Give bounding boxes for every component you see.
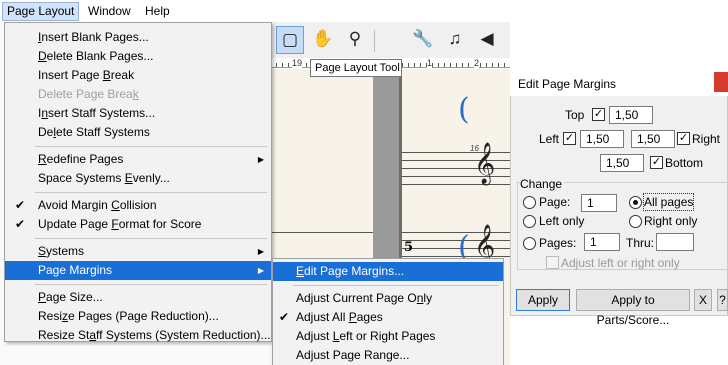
cancel-button[interactable]: X bbox=[694, 289, 712, 311]
wrench-icon[interactable]: 🔧 bbox=[410, 26, 436, 52]
top-label: Top bbox=[565, 108, 585, 122]
menu-item-update-page-format[interactable]: ✔ Update Page Format for Score bbox=[5, 215, 271, 234]
right-label: Right bbox=[692, 132, 721, 146]
submenu-item-edit-page-margins[interactable]: Edit Page Margins... bbox=[273, 262, 503, 281]
submenu-arrow-icon: ▶ bbox=[257, 155, 264, 164]
page-radio-label: Page: bbox=[539, 195, 571, 209]
system-brace: ( bbox=[458, 92, 470, 127]
change-label: Change bbox=[520, 176, 565, 192]
all-pages-label: All pages bbox=[642, 193, 695, 211]
pages-from-input[interactable]: 1 bbox=[584, 233, 620, 251]
top-checkbox[interactable]: ✓ bbox=[592, 108, 605, 121]
tooltip: Page Layout Tool bbox=[310, 59, 402, 77]
pages-range-radio[interactable] bbox=[523, 237, 536, 250]
right-only-radio[interactable] bbox=[629, 215, 642, 228]
bottom-label: Bottom bbox=[665, 156, 704, 170]
menu-separator bbox=[35, 146, 267, 147]
checkmark-icon: ✔ bbox=[279, 310, 290, 324]
left-margin-input[interactable]: 1,50 bbox=[580, 130, 624, 148]
pages-label: Pages: bbox=[539, 236, 577, 250]
submenu-item-adjust-page-range[interactable]: Adjust Page Range... bbox=[273, 346, 503, 365]
left-label: Left bbox=[539, 132, 560, 146]
right-checkbox[interactable]: ✓ bbox=[677, 132, 690, 145]
adjust-left-right-checkbox bbox=[546, 256, 559, 269]
top-margin-input[interactable]: 1,50 bbox=[609, 106, 653, 124]
speaker-icon[interactable]: ◀ bbox=[474, 26, 500, 52]
apply-to-parts-button[interactable]: Apply to Parts/Score... bbox=[576, 289, 690, 327]
page-margins-submenu: Edit Page Margins... Adjust Current Page… bbox=[272, 258, 504, 365]
menu-item-page-size[interactable]: Page Size... bbox=[5, 288, 271, 307]
bottom-checkbox[interactable]: ✓ bbox=[650, 156, 663, 169]
menu-separator bbox=[35, 238, 267, 239]
toolbar-divider bbox=[374, 30, 375, 52]
submenu-arrow-icon: ▶ bbox=[257, 247, 264, 256]
menu-help[interactable]: Help bbox=[141, 3, 174, 19]
measure-number-small: 16 bbox=[470, 144, 479, 153]
submenu-item-adjust-left-right-pages[interactable]: Adjust Left or Right Pages bbox=[273, 327, 503, 346]
staff-line bbox=[270, 232, 373, 233]
menu-item-insert-staff-systems[interactable]: Insert Staff Systems... bbox=[5, 104, 271, 123]
menu-page-layout[interactable]: Page Layout bbox=[2, 2, 80, 21]
close-icon[interactable] bbox=[714, 72, 728, 92]
left-only-radio[interactable] bbox=[523, 215, 536, 228]
menu-item-space-systems-evenly[interactable]: Space Systems Evenly... bbox=[5, 169, 271, 188]
apply-button[interactable]: Apply bbox=[516, 289, 570, 311]
menu-bar: Page Layout Window Help bbox=[0, 0, 270, 22]
menu-item-page-margins[interactable]: Page Margins ▶ bbox=[5, 261, 271, 280]
menu-item-insert-blank-pages[interactable]: Insert Blank Pages... bbox=[5, 28, 271, 47]
page-layout-menu: Insert Blank Pages... Delete Blank Pages… bbox=[4, 22, 272, 342]
menu-separator bbox=[35, 284, 267, 285]
menu-window[interactable]: Window bbox=[84, 3, 135, 19]
submenu-item-adjust-current-page-only[interactable]: Adjust Current Page Only bbox=[273, 289, 503, 308]
ruler-label: 1 bbox=[427, 58, 433, 68]
pages-thru-input[interactable] bbox=[656, 233, 694, 251]
menu-item-insert-page-break[interactable]: Insert Page Break bbox=[5, 66, 271, 85]
menu-item-resize-pages[interactable]: Resize Pages (Page Reduction)... bbox=[5, 307, 271, 326]
measure-number: 5 bbox=[404, 240, 414, 255]
checkmark-icon: ✔ bbox=[15, 217, 26, 231]
right-only-label: Right only bbox=[644, 214, 698, 228]
menu-item-avoid-margin-collision[interactable]: ✔ Avoid Margin Collision bbox=[5, 196, 271, 215]
right-margin-input[interactable]: 1,50 bbox=[631, 130, 675, 148]
menu-item-delete-staff-systems[interactable]: Delete Staff Systems bbox=[5, 123, 271, 142]
submenu-item-adjust-all-pages[interactable]: ✔ Adjust All Pages bbox=[273, 308, 503, 327]
menu-separator bbox=[293, 285, 499, 286]
submenu-arrow-icon: ▶ bbox=[257, 266, 264, 275]
menu-item-delete-blank-pages[interactable]: Delete Blank Pages... bbox=[5, 47, 271, 66]
staff-line bbox=[402, 184, 510, 185]
page-radio[interactable] bbox=[523, 196, 536, 209]
menu-separator bbox=[35, 192, 267, 193]
bottom-margin-input[interactable]: 1,50 bbox=[600, 154, 644, 172]
ruler-label: 2 bbox=[474, 58, 480, 68]
all-pages-radio[interactable] bbox=[629, 196, 642, 209]
hand-grabber-icon[interactable]: ✋ bbox=[310, 26, 336, 52]
help-button[interactable]: ? bbox=[717, 289, 728, 311]
thru-label: Thru: bbox=[626, 236, 655, 250]
menu-item-resize-staff-systems[interactable]: Resize Staff Systems (System Reduction).… bbox=[5, 326, 271, 345]
dialog-title: Edit Page Margins bbox=[518, 77, 617, 91]
left-checkbox[interactable]: ✓ bbox=[563, 132, 576, 145]
left-only-label: Left only bbox=[539, 214, 585, 228]
menu-item-systems[interactable]: Systems ▶ bbox=[5, 242, 271, 261]
checkmark-icon: ✔ bbox=[15, 198, 26, 212]
ruler-label: 19 bbox=[292, 58, 303, 68]
adjust-left-right-label: Adjust left or right only bbox=[561, 256, 680, 270]
menu-item-redefine-pages[interactable]: Redefine Pages ▶ bbox=[5, 150, 271, 169]
zoom-tool-icon[interactable]: ⚲ bbox=[342, 26, 368, 52]
page-layout-tool-icon[interactable]: ▢ bbox=[276, 26, 304, 54]
page-number-input[interactable]: 1 bbox=[581, 194, 617, 212]
music-note-icon[interactable]: ♫ bbox=[442, 26, 468, 52]
menu-item-delete-page-break: Delete Page Break bbox=[38, 87, 139, 101]
